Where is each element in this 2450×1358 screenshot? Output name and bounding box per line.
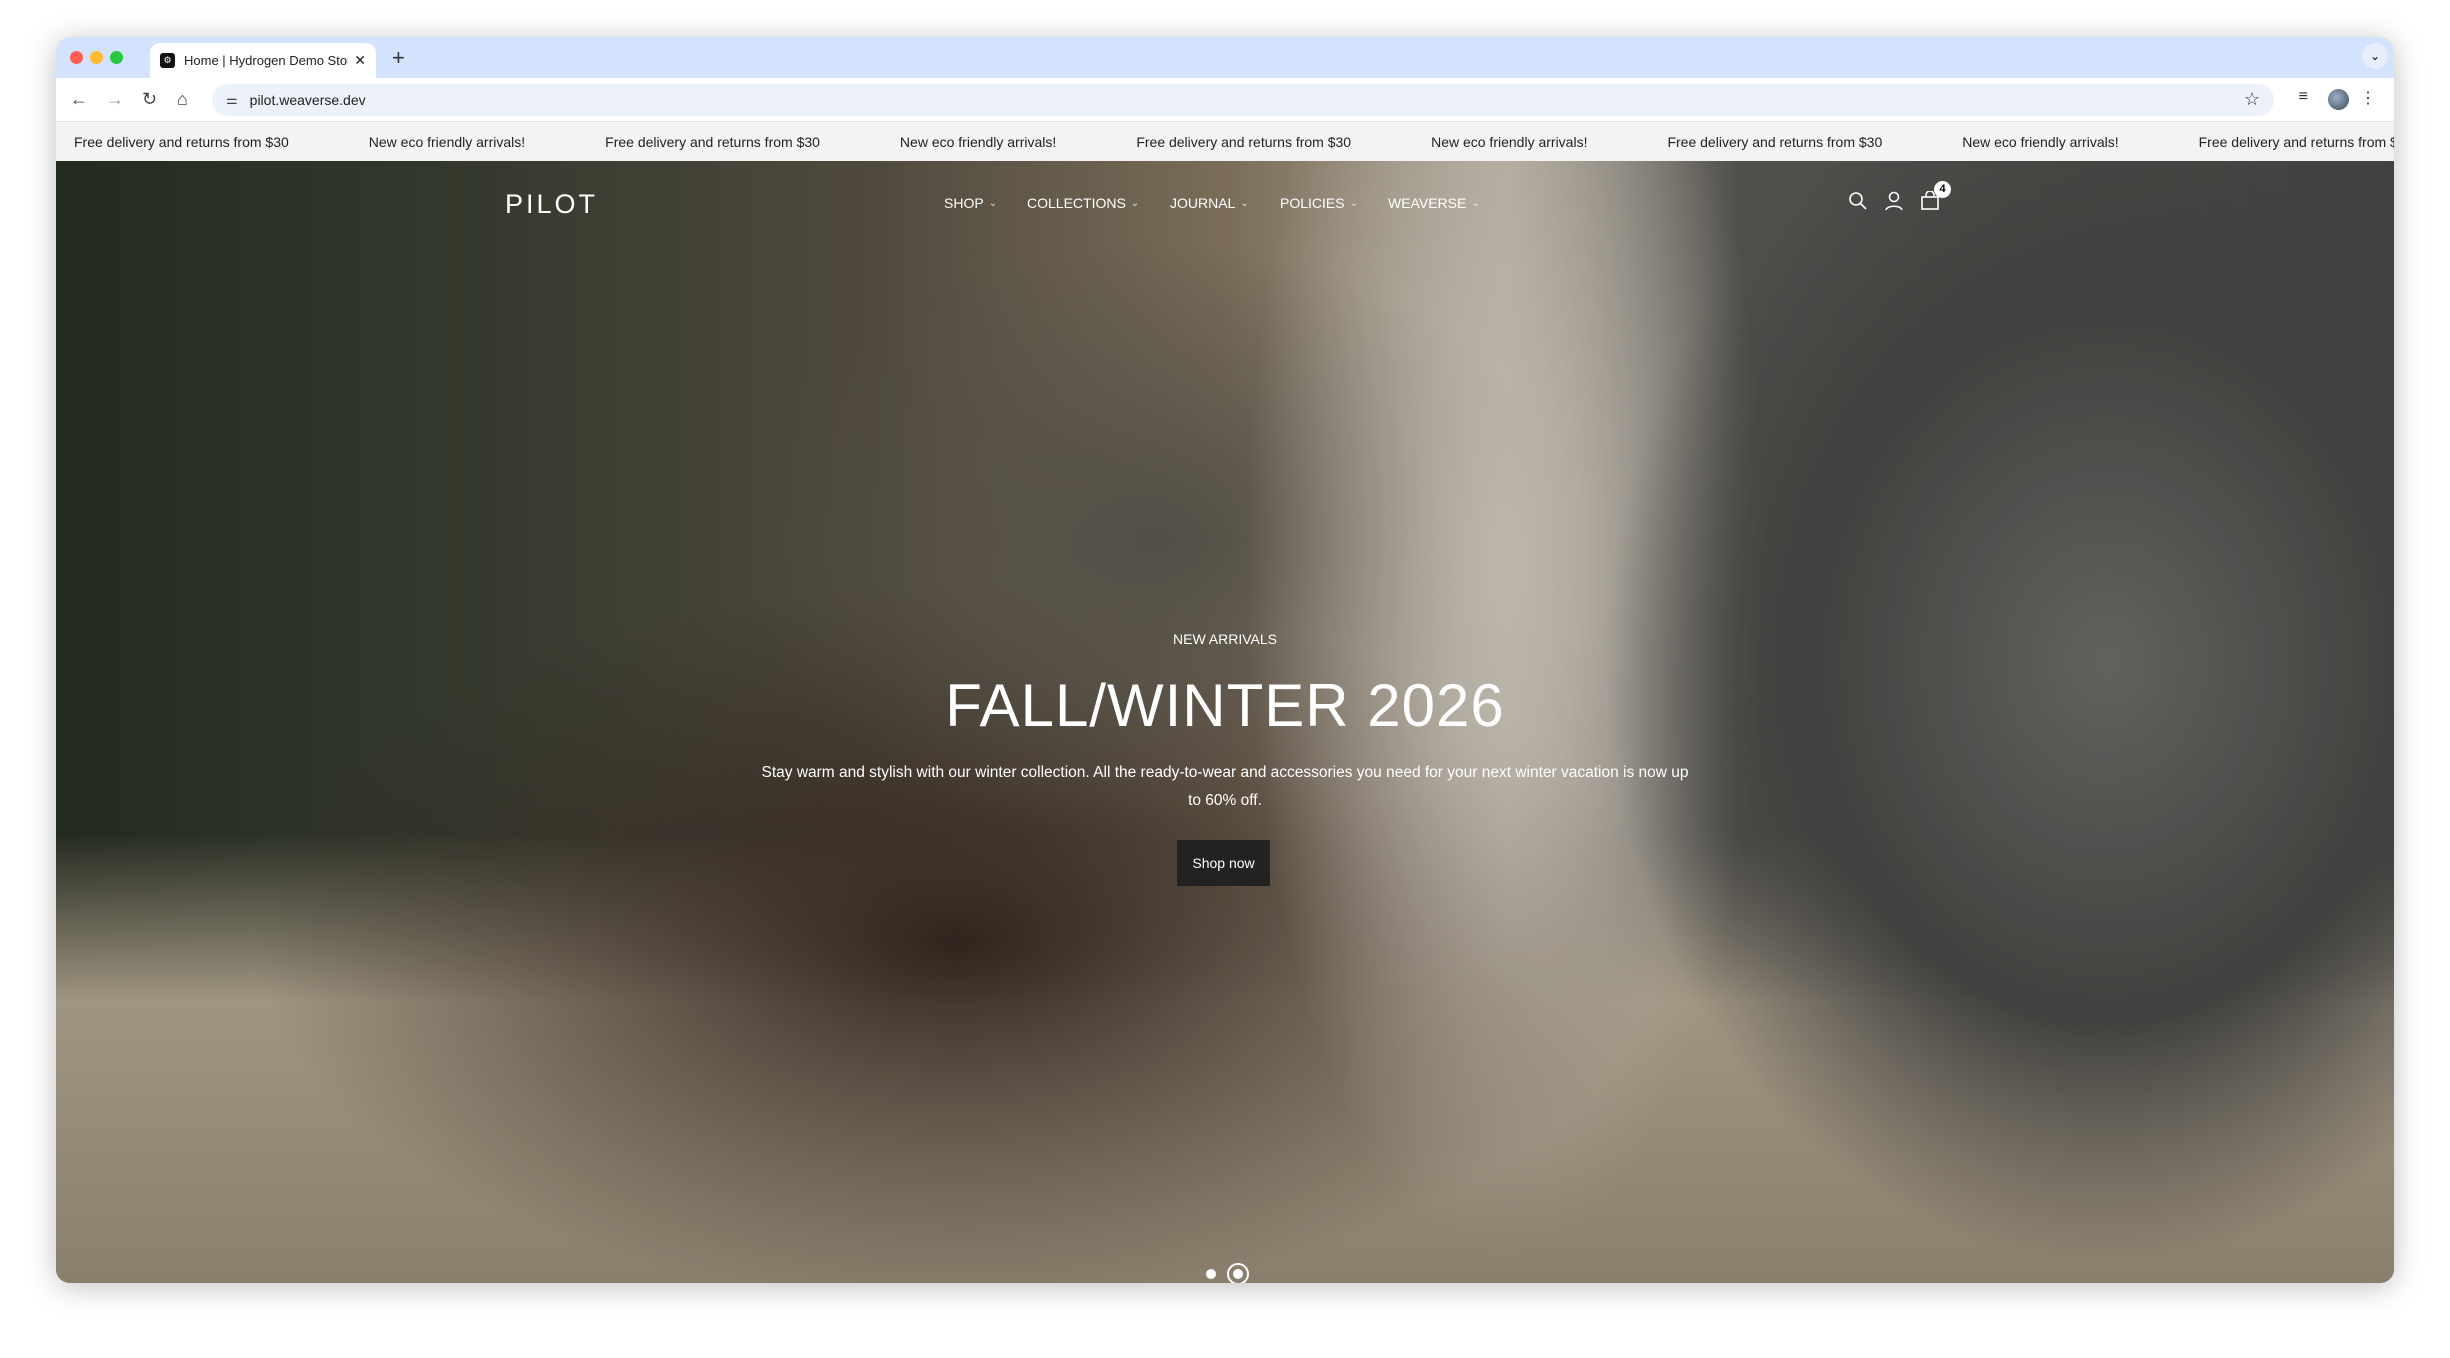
announcement-bar: Free delivery and returns from $30 New e… xyxy=(56,122,2394,161)
announcement-item: Free delivery and returns from $30 xyxy=(1136,133,1352,150)
browser-tab[interactable]: ⚙ Home | Hydrogen Demo Store ✕ xyxy=(150,43,376,78)
nav-label: SHOP xyxy=(944,195,984,211)
url-text: pilot.weaverse.dev xyxy=(249,92,366,108)
menu-icon[interactable]: ⋮ xyxy=(2360,88,2376,108)
site-logo[interactable]: PILOT xyxy=(505,189,598,220)
site-settings-icon[interactable]: ⚌ xyxy=(226,92,238,108)
hero-banner: PILOT SHOP ⌄ COLLECTIONS ⌄ JOURNAL ⌄ POLICI… xyxy=(56,161,2394,1283)
announcement-item: New eco friendly arrivals! xyxy=(368,133,526,150)
account-icon[interactable] xyxy=(1884,191,1904,211)
reload-icon[interactable]: ↻ xyxy=(142,89,157,110)
announcement-item: New eco friendly arrivals! xyxy=(899,133,1057,150)
media-controls-icon[interactable]: ≡ xyxy=(2299,88,2308,106)
hero-description: Stay warm and stylish with our winter co… xyxy=(761,764,1689,809)
nav-journal[interactable]: JOURNAL ⌄ xyxy=(1170,195,1249,211)
nav-policies[interactable]: POLICIES ⌄ xyxy=(1280,195,1358,211)
toolbar: ← → ↻ ⌂ ⚌ pilot.weaverse.dev ☆ ≡ ⋮ xyxy=(56,78,2394,122)
slide-dot-2-active[interactable] xyxy=(1227,1263,1249,1283)
announcement-item: New eco friendly arrivals! xyxy=(1962,133,2119,150)
forward-icon[interactable]: → xyxy=(106,89,124,110)
active-dot-center xyxy=(1233,1269,1243,1279)
tab-bar: ⚙ Home | Hydrogen Demo Store ✕ + ⌄ xyxy=(56,37,2394,78)
announcement-item: Free delivery and returns from $30 xyxy=(605,133,820,150)
address-bar[interactable]: ⚌ pilot.weaverse.dev ☆ xyxy=(212,84,2274,116)
bookmark-star-icon[interactable]: ☆ xyxy=(2244,89,2260,110)
tab-title: Home | Hydrogen Demo Store xyxy=(184,53,349,68)
back-icon[interactable]: ← xyxy=(70,89,88,110)
cart-count-badge: 4 xyxy=(1934,181,1951,198)
announcement-item: Free delivery and returns from $30 xyxy=(74,133,289,150)
nav-label: JOURNAL xyxy=(1170,195,1236,211)
nav-weaverse[interactable]: WEAVERSE ⌄ xyxy=(1388,195,1480,211)
new-tab-button[interactable]: + xyxy=(392,45,405,71)
chevron-down-icon: ⌄ xyxy=(1471,197,1480,209)
nav-shop[interactable]: SHOP ⌄ xyxy=(944,195,997,211)
maximize-window-button[interactable] xyxy=(110,51,123,64)
slide-dot-1[interactable] xyxy=(1206,1269,1216,1279)
hero-title: FALL/WINTER 2026 xyxy=(945,672,1505,739)
browser-window: ⚙ Home | Hydrogen Demo Store ✕ + ⌄ ← → ↻… xyxy=(56,37,2394,1283)
shop-now-button[interactable]: Shop now xyxy=(1177,840,1270,886)
close-window-button[interactable] xyxy=(70,51,83,64)
chevron-down-icon: ⌄ xyxy=(1349,197,1358,209)
nav-label: POLICIES xyxy=(1280,195,1345,211)
minimize-window-button[interactable] xyxy=(90,51,103,64)
hero-eyebrow: NEW ARRIVALS xyxy=(1173,631,1277,647)
announcement-item: New eco friendly arrivals! xyxy=(1431,133,1588,150)
close-tab-icon[interactable]: ✕ xyxy=(354,52,366,69)
announcement-item: Free delivery and returns from $30 xyxy=(1667,133,1883,150)
nav-collections[interactable]: COLLECTIONS ⌄ xyxy=(1027,195,1139,211)
favicon-icon: ⚙ xyxy=(160,53,175,68)
profile-avatar[interactable] xyxy=(2328,89,2349,110)
chevron-down-icon: ⌄ xyxy=(1240,197,1249,209)
chevron-down-icon: ⌄ xyxy=(1130,197,1140,209)
home-icon[interactable]: ⌂ xyxy=(177,89,188,110)
nav-label: WEAVERSE xyxy=(1388,195,1467,211)
search-icon[interactable] xyxy=(1848,191,1868,211)
chevron-down-icon: ⌄ xyxy=(988,197,998,209)
announcement-item: Free delivery and returns from $30 xyxy=(2198,133,2394,150)
tab-search-button[interactable]: ⌄ xyxy=(2362,43,2388,69)
nav-label: COLLECTIONS xyxy=(1027,195,1126,211)
